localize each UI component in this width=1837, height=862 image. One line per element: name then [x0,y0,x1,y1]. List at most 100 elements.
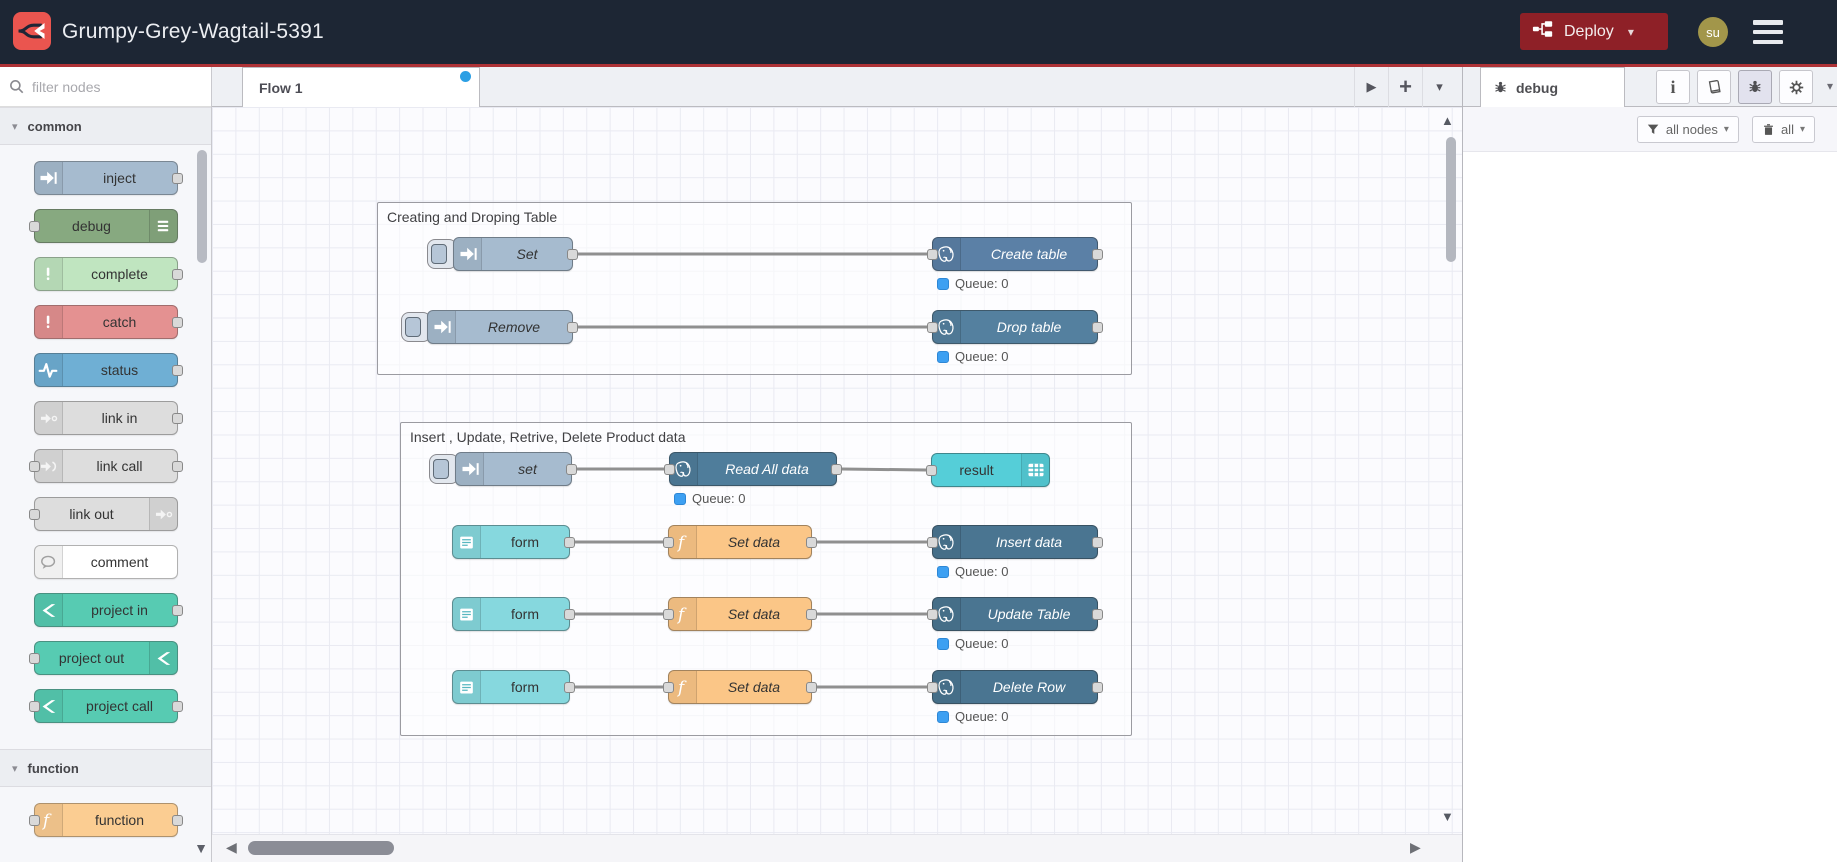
palette-search[interactable] [0,67,211,107]
output-port[interactable] [567,249,578,260]
flow-node-pg-update[interactable]: Update Table [927,597,1103,631]
config-nodes-tab-button[interactable] [1779,70,1813,104]
wire-pg-read-to-tbl-result[interactable] [840,467,928,472]
output-port[interactable] [171,317,183,328]
next-tab-button[interactable]: ▶ [1354,67,1388,107]
main-menu-icon[interactable] [1753,20,1783,44]
canvas-scroll-left-icon[interactable]: ◀ [226,839,237,856]
output-port[interactable] [171,605,183,616]
output-port[interactable] [806,609,817,620]
input-port[interactable] [927,322,938,333]
sidebar-menu-chevron-icon[interactable]: ▾ [1827,79,1833,93]
help-tab-button[interactable] [1697,70,1731,104]
flow-node-pg-drop[interactable]: Drop table [927,310,1103,344]
output-port[interactable] [806,537,817,548]
input-port[interactable] [927,537,938,548]
output-port[interactable] [1092,682,1103,693]
input-port[interactable] [927,249,938,260]
deploy-chevron-icon[interactable]: ▾ [1628,25,1634,39]
palette-node-project-call[interactable]: project call [28,689,183,723]
inject-button-inner[interactable] [433,459,449,479]
output-port[interactable] [171,173,183,184]
input-port[interactable] [927,682,938,693]
input-port[interactable] [663,537,674,548]
canvas-hscrollbar-thumb[interactable] [248,841,394,855]
flow-node-form1[interactable]: form [452,525,575,559]
flow-node-pg-insert[interactable]: Insert data [927,525,1103,559]
input-port[interactable] [663,682,674,693]
output-port[interactable] [831,464,842,475]
filter-nodes-input[interactable] [32,78,182,95]
debug-clear-button[interactable]: all ▾ [1751,115,1815,143]
palette-node-link-call[interactable]: link call [28,449,183,483]
palette-node-project-in[interactable]: project in [33,593,183,627]
output-port[interactable] [567,322,578,333]
add-flow-button[interactable]: + [1388,67,1422,107]
info-tab-button[interactable]: i [1656,70,1690,104]
output-port[interactable] [1092,609,1103,620]
input-port[interactable] [926,465,937,476]
input-port[interactable] [927,609,938,620]
palette-scroll-down-icon[interactable]: ▼ [194,840,208,856]
input-port[interactable] [28,815,40,826]
flow-list-button[interactable]: ▾ [1422,67,1456,107]
input-port[interactable] [28,653,40,664]
inject-button-inner[interactable] [405,317,421,337]
flow-node-pg-read[interactable]: Read All data [664,452,842,486]
flow-node-form3[interactable]: form [452,670,575,704]
flow-node-i-set2[interactable]: set [455,452,577,486]
tab-flow-1[interactable]: Flow 1 [242,67,480,107]
palette-node-inject[interactable]: inject [33,161,183,195]
input-port[interactable] [28,221,40,232]
palette-node-link-out[interactable]: link out [28,497,178,531]
flow-node-fn1[interactable]: f Set data [663,525,817,559]
palette-node-link-in[interactable]: link in [33,401,183,435]
output-port[interactable] [564,609,575,620]
flow-node-i-set[interactable]: Set [453,237,578,271]
palette-category-common[interactable]: ▾ common [0,107,211,145]
flow-node-tbl-result[interactable]: result [926,453,1050,487]
canvas-vscrollbar-thumb[interactable] [1446,137,1456,262]
palette-node-function[interactable]: f function [28,803,183,837]
debug-filter-button[interactable]: all nodes ▾ [1636,115,1739,143]
palette-node-comment[interactable]: comment [33,545,178,579]
output-port[interactable] [171,365,183,376]
output-port[interactable] [171,701,183,712]
tab-debug[interactable]: debug [1480,67,1625,107]
palette-scrollbar-thumb[interactable] [197,150,207,263]
flow-node-pg-delete[interactable]: Delete Row [927,670,1103,704]
flow-node-fn3[interactable]: f Set data [663,670,817,704]
flow-node-i-remove[interactable]: Remove [427,310,578,344]
canvas-scroll-up-icon[interactable]: ▲ [1441,113,1454,128]
input-port[interactable] [28,701,40,712]
input-port[interactable] [663,609,674,620]
input-port[interactable] [664,464,675,475]
output-port[interactable] [1092,249,1103,260]
inject-button-inner[interactable] [431,244,447,264]
output-port[interactable] [171,269,183,280]
output-port[interactable] [564,537,575,548]
palette-node-catch[interactable]: catch [33,305,183,339]
output-port[interactable] [171,413,183,424]
palette-node-debug[interactable]: debug [28,209,178,243]
palette-node-status[interactable]: status [33,353,183,387]
user-avatar[interactable]: su [1698,17,1728,47]
canvas-scroll-right-icon[interactable]: ▶ [1410,839,1421,856]
output-port[interactable] [1092,537,1103,548]
deploy-button[interactable]: Deploy ▾ [1520,13,1668,50]
input-port[interactable] [28,461,40,472]
canvas-scroll-down-icon[interactable]: ▼ [1441,809,1454,824]
output-port[interactable] [806,682,817,693]
output-port[interactable] [171,461,183,472]
flow-node-fn2[interactable]: f Set data [663,597,817,631]
debug-messages-panel[interactable] [1463,152,1837,862]
output-port[interactable] [566,464,577,475]
flow-node-pg-create[interactable]: Create table [927,237,1103,271]
input-port[interactable] [28,509,40,520]
debug-tab-button[interactable] [1738,70,1772,104]
palette-node-project-out[interactable]: project out [28,641,178,675]
output-port[interactable] [1092,322,1103,333]
flow-canvas[interactable]: ▲ ▼ ◀ ▶ Creating and Droping Table Insert… [212,107,1462,862]
palette-category-function[interactable]: ▾ function [0,749,211,787]
output-port[interactable] [564,682,575,693]
